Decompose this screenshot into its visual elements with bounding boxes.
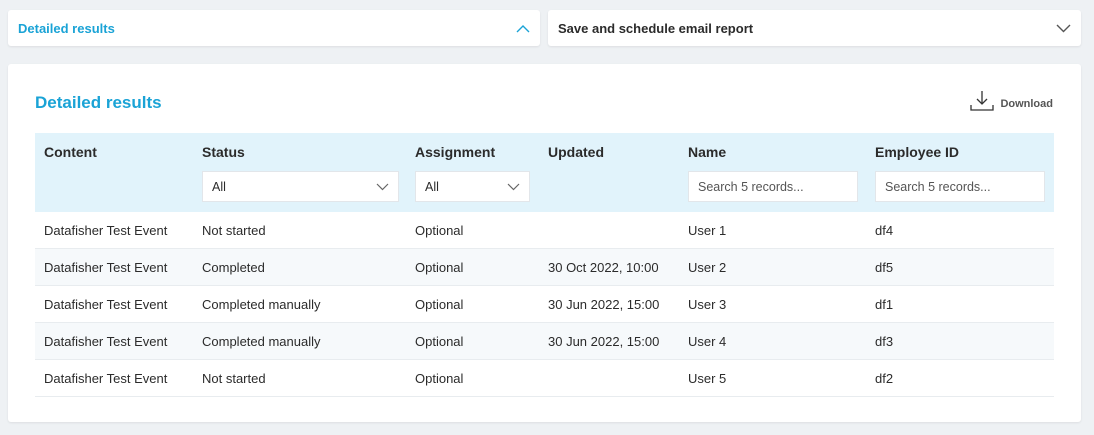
panel-title: Detailed results bbox=[35, 93, 162, 112]
table-row: Datafisher Test Event Not started Option… bbox=[35, 212, 1054, 249]
cell-status: Completed manually bbox=[193, 285, 406, 323]
cell-assignment: Optional bbox=[406, 248, 539, 286]
column-header-content: Content bbox=[35, 133, 193, 212]
accordion-detailed-results[interactable]: Detailed results bbox=[8, 10, 540, 46]
accordion-detailed-results-label: Detailed results bbox=[18, 20, 115, 36]
table-row: Datafisher Test Event Not started Option… bbox=[35, 359, 1054, 397]
cell-assignment: Optional bbox=[406, 212, 539, 249]
table-header-row: Content Status All Assignment All Update… bbox=[35, 133, 1054, 212]
cell-status: Completed manually bbox=[193, 322, 406, 360]
download-button[interactable]: Download bbox=[970, 89, 1053, 118]
results-table: Content Status All Assignment All Update… bbox=[35, 133, 1054, 397]
cell-employee-id: df4 bbox=[866, 212, 1054, 249]
cell-status: Not started bbox=[193, 212, 406, 249]
table-row: Datafisher Test Event Completed manually… bbox=[35, 285, 1054, 323]
cell-status: Completed bbox=[193, 248, 406, 286]
cell-employee-id: df1 bbox=[866, 285, 1054, 323]
cell-updated: 30 Jun 2022, 15:00 bbox=[539, 322, 679, 360]
column-header-updated: Updated bbox=[539, 133, 679, 212]
column-header-name: Name bbox=[679, 133, 866, 212]
chevron-down-icon bbox=[1056, 24, 1071, 33]
cell-updated: 30 Jun 2022, 15:00 bbox=[539, 285, 679, 323]
cell-employee-id: df3 bbox=[866, 322, 1054, 360]
cell-assignment: Optional bbox=[406, 322, 539, 360]
table-row: Datafisher Test Event Completed manually… bbox=[35, 322, 1054, 360]
assignment-filter-select[interactable]: All bbox=[415, 171, 530, 202]
cell-assignment: Optional bbox=[406, 285, 539, 323]
cell-name: User 5 bbox=[679, 359, 866, 397]
accordion-schedule-report[interactable]: Save and schedule email report bbox=[548, 10, 1081, 46]
cell-assignment: Optional bbox=[406, 359, 539, 397]
cell-content: Datafisher Test Event bbox=[35, 359, 193, 397]
name-search-field[interactable] bbox=[688, 171, 858, 202]
cell-updated: 30 Oct 2022, 10:00 bbox=[539, 248, 679, 286]
column-header-status: Status All bbox=[193, 133, 406, 212]
employee-id-search-input[interactable] bbox=[885, 179, 1035, 194]
cell-name: User 1 bbox=[679, 212, 866, 249]
column-label: Content bbox=[44, 144, 97, 160]
employee-id-search-field[interactable] bbox=[875, 171, 1045, 202]
cell-content: Datafisher Test Event bbox=[35, 248, 193, 286]
cell-updated bbox=[539, 359, 679, 397]
cell-name: User 2 bbox=[679, 248, 866, 286]
download-label: Download bbox=[1000, 97, 1053, 110]
chevron-down-icon bbox=[376, 180, 389, 194]
column-header-employee-id: Employee ID bbox=[866, 133, 1054, 212]
cell-content: Datafisher Test Event bbox=[35, 322, 193, 360]
column-label: Status bbox=[202, 144, 245, 160]
cell-updated bbox=[539, 212, 679, 249]
cell-employee-id: df2 bbox=[866, 359, 1054, 397]
cell-name: User 4 bbox=[679, 322, 866, 360]
column-header-assignment: Assignment All bbox=[406, 133, 539, 212]
assignment-filter-value: All bbox=[425, 179, 439, 194]
column-label: Assignment bbox=[415, 144, 496, 160]
cell-name: User 3 bbox=[679, 285, 866, 323]
cell-status: Not started bbox=[193, 359, 406, 397]
column-label: Name bbox=[688, 144, 727, 160]
status-filter-value: All bbox=[212, 179, 226, 194]
download-icon bbox=[970, 89, 995, 118]
accordion-schedule-report-label: Save and schedule email report bbox=[558, 20, 754, 36]
cell-content: Datafisher Test Event bbox=[35, 212, 193, 249]
column-label: Employee ID bbox=[875, 144, 960, 160]
name-search-input[interactable] bbox=[698, 179, 848, 194]
table-row: Datafisher Test Event Completed Optional… bbox=[35, 248, 1054, 286]
column-label: Updated bbox=[548, 144, 604, 160]
cell-content: Datafisher Test Event bbox=[35, 285, 193, 323]
chevron-up-icon bbox=[516, 24, 530, 33]
cell-employee-id: df5 bbox=[866, 248, 1054, 286]
chevron-down-icon bbox=[507, 180, 520, 194]
detailed-results-panel: Detailed results Download Content Status… bbox=[8, 64, 1081, 422]
status-filter-select[interactable]: All bbox=[202, 171, 399, 202]
